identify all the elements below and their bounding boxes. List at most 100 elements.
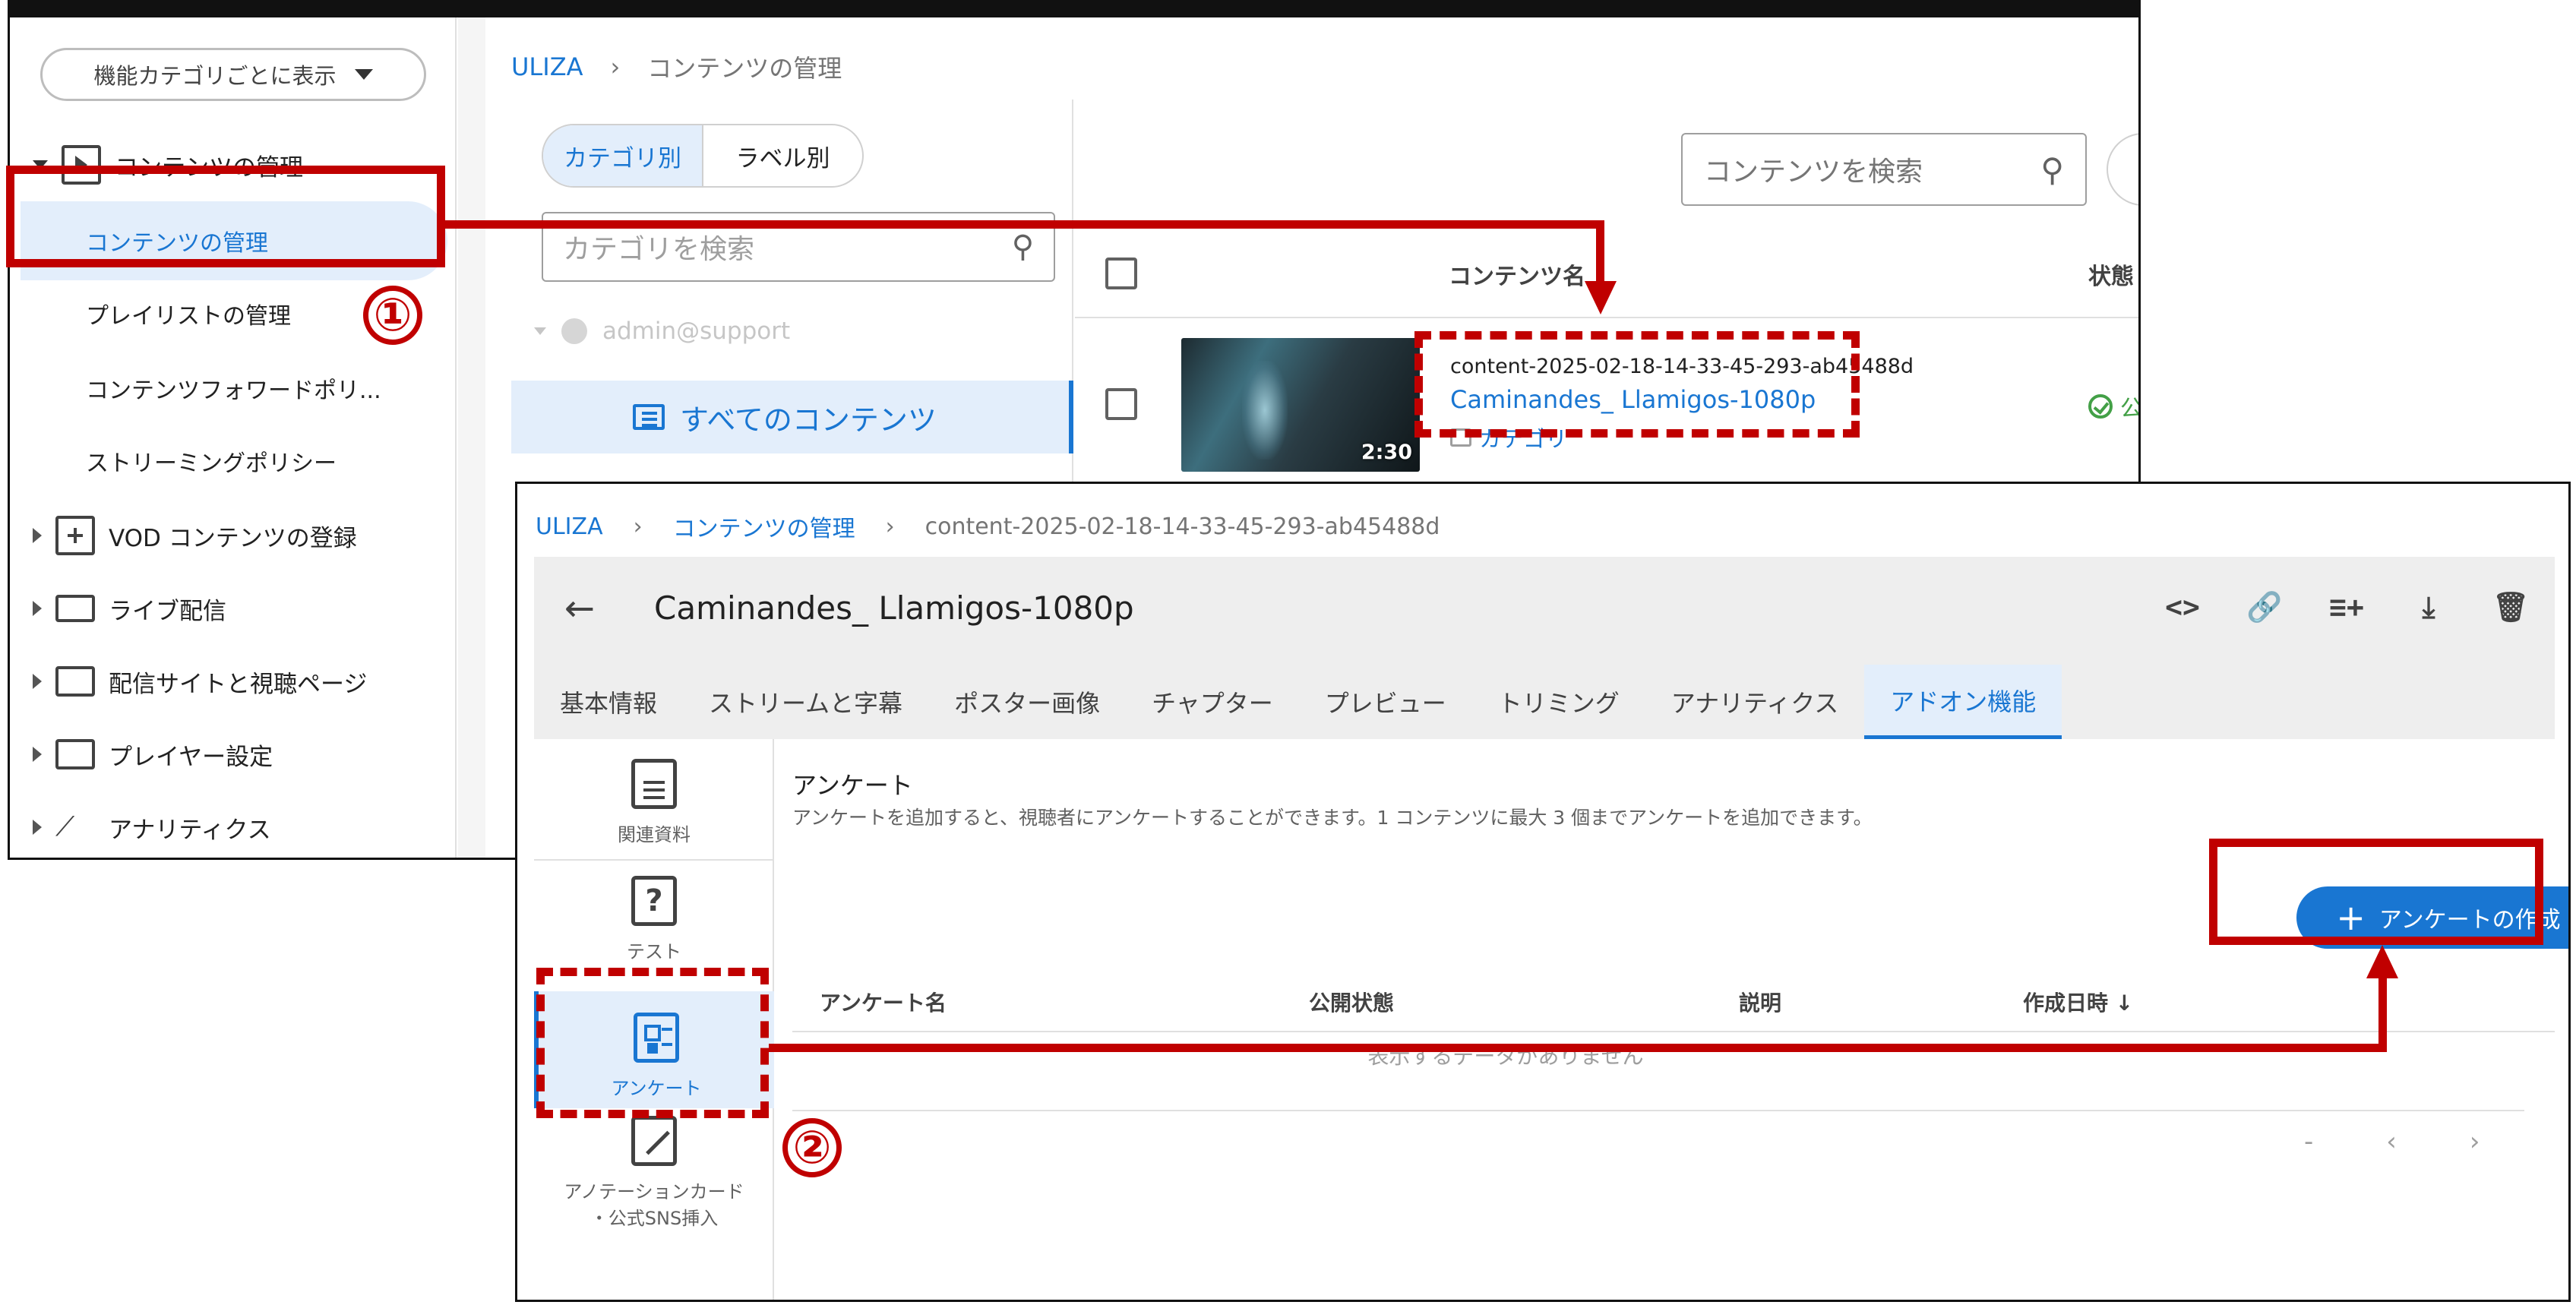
tab-streams-subtitles[interactable]: ストリームと字幕 bbox=[683, 665, 928, 739]
content-title: Caminandes_ Llamigos-1080p bbox=[654, 589, 1134, 627]
search-icon: ⚲ bbox=[2040, 150, 2064, 188]
tree-all-contents-label: すべてのコンテンツ bbox=[680, 403, 937, 437]
list-icon bbox=[633, 404, 665, 430]
document-icon bbox=[631, 759, 677, 809]
view-selector-label: 機能カテゴリごとに表示 bbox=[93, 63, 337, 89]
addon-test[interactable]: ? テスト bbox=[534, 876, 774, 973]
tab-preview[interactable]: プレビュー bbox=[1299, 665, 1472, 739]
breadcrumb-root[interactable]: ULIZA bbox=[536, 513, 603, 540]
breadcrumb: ULIZA › コンテンツの管理 › content-2025-02-18-14… bbox=[536, 504, 1440, 549]
tab-basic-info[interactable]: 基本情報 bbox=[534, 665, 683, 739]
highlight-box-create-button bbox=[2209, 839, 2543, 945]
collapse-icon bbox=[33, 674, 42, 689]
survey-section: アンケート アンケートを追加すると、視聴者にアンケートすることができます。1 コ… bbox=[792, 739, 2568, 1300]
column-header-name[interactable]: アンケート名 bbox=[820, 987, 947, 1017]
header-actions: <> 🔗 ≡+ ⤓ 🗑 bbox=[2161, 586, 2532, 628]
category-toggle: カテゴリ別 ラベル別 bbox=[542, 124, 864, 188]
highlight-box-content-title bbox=[1414, 331, 1860, 438]
nav-group-live[interactable]: ライブ配信 bbox=[33, 572, 226, 645]
divider bbox=[792, 1110, 2524, 1111]
tree-user-node[interactable]: admin@support bbox=[534, 305, 790, 358]
connector-line-1v bbox=[1596, 220, 1604, 283]
select-all-checkbox[interactable] bbox=[1105, 258, 1137, 289]
breadcrumb-separator: › bbox=[610, 52, 621, 81]
next-page-button[interactable]: › bbox=[2470, 1126, 2480, 1157]
breadcrumb-separator: › bbox=[633, 513, 643, 540]
nav-group-vod-register[interactable]: VOD コンテンツの登録 bbox=[33, 499, 357, 572]
pagination: - ‹ › bbox=[2304, 1126, 2480, 1157]
highlight-box-survey-addon bbox=[536, 968, 769, 1118]
column-header-description[interactable]: 説明 bbox=[1739, 987, 1781, 1017]
pagination-range: - bbox=[2304, 1126, 2314, 1157]
status-label: 公 bbox=[2120, 396, 2141, 422]
survey-table-header: アンケート名 公開状態 説明 作成日時 ↓ bbox=[792, 964, 2555, 1032]
delete-icon[interactable]: 🗑 bbox=[2489, 586, 2532, 628]
addon-label: 関連資料 bbox=[618, 824, 691, 845]
breadcrumb: ULIZA › コンテンツの管理 bbox=[511, 48, 842, 86]
back-arrow-icon[interactable]: ← bbox=[557, 586, 602, 631]
content-search-input[interactable]: コンテンツを検索 ⚲ bbox=[1681, 133, 2087, 206]
arrow-head-up bbox=[2366, 945, 2398, 978]
tab-bar: 基本情報 ストリームと字幕 ポスター画像 チャプター プレビュー トリミング ア… bbox=[534, 665, 2062, 739]
addon-label: アノテーションカード bbox=[564, 1181, 744, 1202]
embed-code-icon[interactable]: <> bbox=[2161, 586, 2204, 628]
connector-line-1h bbox=[445, 220, 1604, 229]
status-badge: 公 bbox=[2088, 390, 2141, 423]
collapse-icon bbox=[33, 528, 42, 543]
download-icon[interactable]: ⤓ bbox=[2407, 586, 2450, 628]
breadcrumb-current: content-2025-02-18-14-33-45-293-ab45488d bbox=[925, 513, 1440, 540]
nav-group-player[interactable]: プレイヤー設定 bbox=[33, 718, 273, 791]
breadcrumb-root[interactable]: ULIZA bbox=[511, 52, 583, 81]
window-top-bar bbox=[10, 2, 2138, 17]
content-header: ← Caminandes_ Llamigos-1080p <> 🔗 ≡+ ⤓ 🗑… bbox=[534, 557, 2555, 739]
category-search-placeholder: カテゴリを検索 bbox=[563, 234, 755, 265]
tab-addons[interactable]: アドオン機能 bbox=[1864, 665, 2062, 739]
tab-poster[interactable]: ポスター画像 bbox=[928, 665, 1126, 739]
highlight-box-step1 bbox=[6, 166, 445, 267]
nav-group-analytics[interactable]: ⟋ アナリティクス bbox=[33, 791, 271, 858]
row-checkbox[interactable] bbox=[1105, 388, 1137, 420]
view-selector[interactable]: 機能カテゴリごとに表示 bbox=[40, 48, 426, 101]
column-header-status[interactable]: 公開状態 bbox=[1309, 987, 1394, 1017]
column-header-state[interactable]: 状態 bbox=[2088, 258, 2134, 291]
addon-annotation-card[interactable]: アノテーションカード ・公式SNS挿入 bbox=[534, 1116, 774, 1230]
sidebar-item-streaming-policy[interactable]: ストリーミングポリシー bbox=[86, 425, 337, 498]
addon-related-docs[interactable]: 関連資料 bbox=[534, 759, 774, 850]
collapse-icon bbox=[33, 820, 42, 835]
edit-icon bbox=[631, 1116, 677, 1166]
nav-group-sites[interactable]: 配信サイトと視聴ページ bbox=[33, 645, 367, 718]
sidebar-item-playlist[interactable]: プレイリストの管理 bbox=[86, 277, 291, 350]
gutter bbox=[458, 17, 485, 858]
nav-group-label: アナリティクス bbox=[109, 816, 271, 844]
tab-chapters[interactable]: チャプター bbox=[1126, 665, 1299, 739]
person-icon bbox=[561, 318, 587, 344]
connector-line-2h bbox=[769, 1044, 2387, 1052]
toggle-by-category[interactable]: カテゴリ別 bbox=[543, 125, 703, 186]
web-icon bbox=[55, 666, 95, 697]
dropdown-icon bbox=[354, 69, 373, 80]
nav-group-label: VOD コンテンツの登録 bbox=[109, 524, 357, 552]
column-header-created[interactable]: 作成日時 ↓ bbox=[2023, 987, 2133, 1017]
column-header-name[interactable]: コンテンツ名 bbox=[1449, 258, 1585, 291]
breadcrumb-section[interactable]: コンテンツの管理 bbox=[673, 510, 855, 543]
tree-all-contents[interactable]: すべてのコンテンツ bbox=[511, 381, 1073, 453]
filter-button-partial[interactable] bbox=[2107, 133, 2138, 206]
sidebar-item-forward-policy[interactable]: コンテンツフォワードポリ... bbox=[86, 352, 381, 425]
playlist-add-icon[interactable]: ≡+ bbox=[2325, 586, 2368, 628]
link-icon[interactable]: 🔗 bbox=[2243, 586, 2286, 628]
toggle-by-label[interactable]: ラベル別 bbox=[703, 125, 862, 186]
nav-group-label: プレイヤー設定 bbox=[109, 743, 273, 771]
breadcrumb-current: コンテンツの管理 bbox=[647, 54, 842, 83]
prev-page-button[interactable]: ‹ bbox=[2386, 1126, 2397, 1157]
quiz-icon: ? bbox=[631, 876, 677, 926]
player-settings-icon bbox=[55, 739, 95, 769]
tab-trimming[interactable]: トリミング bbox=[1472, 665, 1645, 739]
video-thumbnail[interactable]: 2:30 bbox=[1181, 338, 1420, 472]
sidebar: 機能カテゴリごとに表示 コンテンツの管理 コンテンツの管理 プレイリストの管理 … bbox=[10, 17, 457, 858]
content-search-placeholder: コンテンツを検索 bbox=[1704, 156, 1923, 188]
collapse-icon bbox=[33, 747, 42, 762]
duration-label: 2:30 bbox=[1361, 441, 1412, 464]
addon-label-line2: ・公式SNS挿入 bbox=[589, 1208, 719, 1229]
section-description: アンケートを追加すると、視聴者にアンケートすることができます。1 コンテンツに最… bbox=[792, 807, 1873, 829]
tab-analytics[interactable]: アナリティクス bbox=[1645, 665, 1864, 739]
